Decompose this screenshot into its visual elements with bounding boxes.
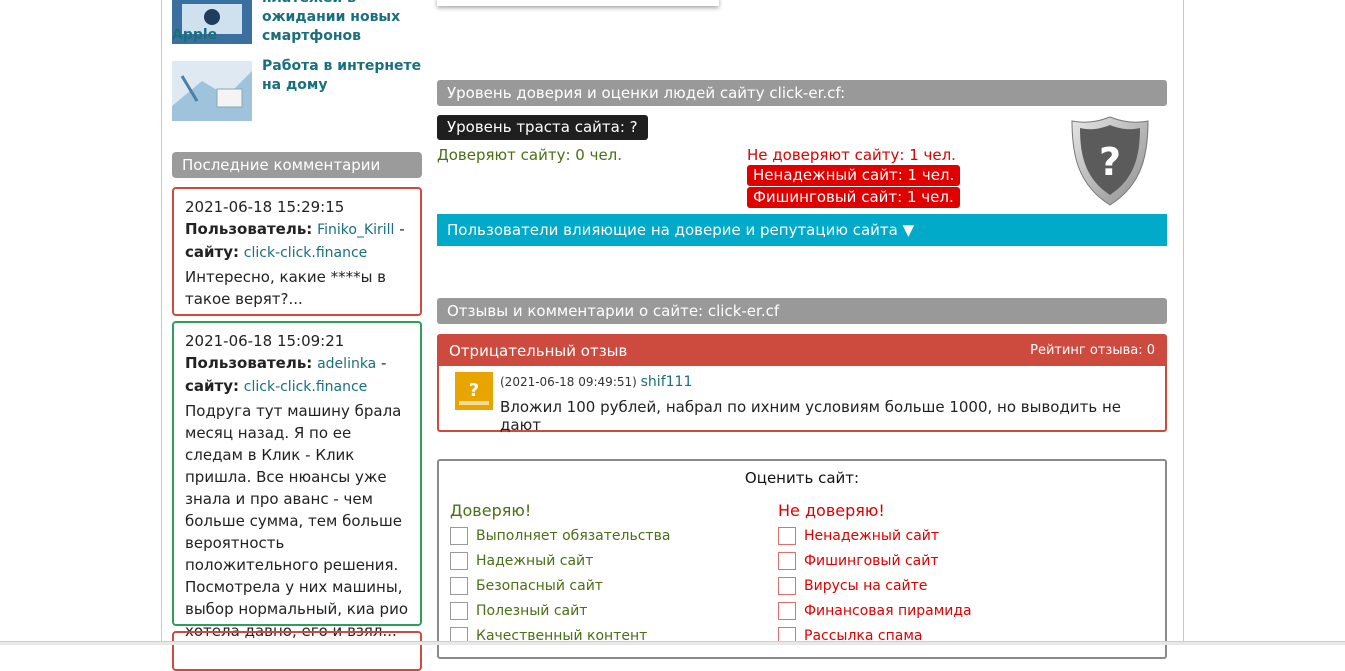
comment-site-line: сайту: click-click.finance: [185, 375, 409, 398]
option-label: Безопасный сайт: [476, 578, 603, 594]
comment-site-link[interactable]: click-click.finance: [244, 245, 368, 261]
option-label: Фишинговый сайт: [804, 553, 939, 569]
avatar: ?: [455, 372, 493, 410]
checkbox[interactable]: [778, 552, 796, 570]
review-text: Вложил 100 рублей, набрал по ихним услов…: [500, 398, 1121, 434]
comment-site-line: сайту: click-click.finance: [185, 241, 409, 264]
news-item[interactable]: [172, 61, 252, 121]
comment-user-line: Пользователь: adelinka -: [185, 354, 387, 372]
comment-card: [172, 631, 422, 671]
option-label: Вирусы на сайте: [804, 578, 928, 594]
distrust-column-header: Не доверяю!: [778, 501, 885, 520]
review-rating: Рейтинг отзыва: 0: [1030, 343, 1155, 358]
review-header: Отрицательный отзыв Рейтинг отзыва: 0: [439, 336, 1165, 366]
shield-question-icon: ?: [1070, 115, 1150, 207]
svg-text:?: ?: [1099, 140, 1121, 184]
option-label: Ненадежный сайт: [804, 528, 940, 544]
trust-option[interactable]: Надежный сайт: [450, 551, 593, 571]
checkbox[interactable]: [778, 527, 796, 545]
trust-column-header: Доверяю!: [450, 501, 532, 520]
checkbox[interactable]: [778, 577, 796, 595]
comment-user-link[interactable]: Finiko_Kirill: [317, 222, 394, 238]
trust-count: Доверяют сайту: 0 чел.: [437, 146, 623, 164]
user-label: Пользователь:: [185, 220, 313, 238]
checkbox[interactable]: [450, 577, 468, 595]
distrust-option[interactable]: Ненадежный сайт: [778, 526, 939, 546]
review-card: Отрицательный отзыв Рейтинг отзыва: 0 ? …: [437, 334, 1167, 434]
comment-date: 2021-06-18 15:09:21: [185, 332, 345, 350]
rate-title: Оценить сайт:: [744, 469, 860, 487]
top-widget: [437, 0, 719, 6]
users-influence-toggle[interactable]: Пользователи влияющие на доверие и репут…: [437, 214, 1167, 246]
distrust-option[interactable]: Финансовая пирамида: [778, 601, 972, 621]
site-label: сайту:: [185, 377, 239, 395]
option-label: Полезный сайт: [476, 603, 588, 619]
comment-card: 2021-06-18 15:09:21 Пользователь: adelin…: [172, 321, 422, 640]
checkbox[interactable]: [450, 552, 468, 570]
trust-header: Уровень доверия и оценки людей сайту cli…: [437, 80, 1167, 106]
news-link[interactable]: платежей в ожидании новых смартфонов: [262, 0, 432, 46]
user-label: Пользователь:: [185, 354, 313, 372]
distrust-count: Не доверяют сайту: 1 чел.: [747, 146, 956, 164]
reviews-header: Отзывы и комментарии о сайте: click-er.c…: [437, 298, 1167, 324]
checkbox[interactable]: [450, 602, 468, 620]
news-link[interactable]: Работа в интернете на дому: [262, 57, 432, 95]
review-type: Отрицательный отзыв: [449, 342, 628, 360]
trust-option[interactable]: Выполняет обязательства: [450, 526, 670, 546]
option-label: Финансовая пирамида: [804, 603, 972, 619]
trust-level-badge: Уровень траста сайта: ?: [437, 115, 648, 140]
comments-header: Последние комментарии: [172, 152, 422, 178]
trust-option[interactable]: Безопасный сайт: [450, 576, 603, 596]
option-label: Выполняет обязательства: [476, 528, 671, 544]
news-category-apple[interactable]: Apple: [172, 27, 217, 43]
checkbox[interactable]: [778, 602, 796, 620]
rate-site-form: Оценить сайт: Доверяю! Не доверяю! Выпол…: [437, 459, 1167, 659]
news-thumbnail[interactable]: [172, 61, 252, 121]
comment-user-line: Пользователь: Finiko_Kirill -: [185, 220, 405, 238]
review-meta: (2021-06-18 09:49:51) shif111: [500, 374, 692, 390]
review-body: ? (2021-06-18 09:49:51) shif111 Вложил 1…: [439, 366, 1165, 434]
distrust-tag: Фишинговый сайт: 1 чел.: [747, 187, 960, 208]
review-user-link[interactable]: shif111: [641, 374, 693, 390]
horizontal-scrollbar[interactable]: [0, 641, 1345, 645]
comment-card: 2021-06-18 15:29:15 Пользователь: Finiko…: [172, 187, 422, 316]
page-container: платежей в ожидании новых смартфонов App…: [161, 0, 1184, 671]
comment-text: Подруга тут машину брала месяц назад. Я …: [185, 402, 408, 640]
distrust-option[interactable]: Вирусы на сайте: [778, 576, 927, 596]
comment-date: 2021-06-18 15:29:15: [185, 198, 345, 216]
comment-site-link[interactable]: click-click.finance: [244, 379, 368, 395]
comment-text: Интересно, какие ****ы в такое верят?...: [185, 268, 387, 308]
trust-option[interactable]: Полезный сайт: [450, 601, 587, 621]
review-date: (2021-06-18 09:49:51): [500, 375, 637, 389]
comment-user-link[interactable]: adelinka: [317, 356, 376, 372]
option-label: Надежный сайт: [476, 553, 594, 569]
svg-text:?: ?: [469, 380, 479, 401]
distrust-option[interactable]: Фишинговый сайт: [778, 551, 939, 571]
checkbox[interactable]: [450, 527, 468, 545]
site-label: сайту:: [185, 243, 239, 261]
distrust-tag: Ненадежный сайт: 1 чел.: [747, 165, 961, 186]
